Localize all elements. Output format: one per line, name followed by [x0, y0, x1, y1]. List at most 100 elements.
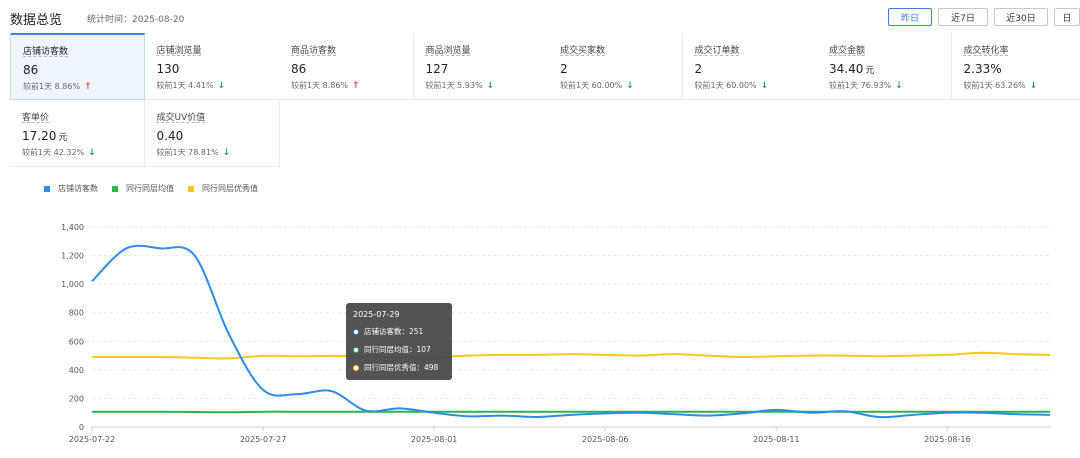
metric-label: 商品浏览量 — [425, 46, 471, 56]
tooltip-row-peer-excellent: 同行同层优秀值： 498 — [353, 362, 452, 373]
metric-value-number: 130 — [156, 62, 180, 76]
metric-value-number: 127 — [425, 62, 449, 76]
metric-compare: 较前1天 8.86% ↑ — [23, 81, 144, 92]
legend-label: 店铺访客数 — [58, 184, 98, 193]
metric-compare-text: 较前1天 8.86% — [291, 81, 349, 90]
series-line-peer-avg — [92, 410, 1050, 414]
legend-swatch — [112, 185, 118, 192]
metric-compare-text: 较前1天 4.41% — [156, 81, 214, 90]
metric-label: 成交UV价值 — [156, 113, 206, 123]
metric-value-number: 2.33% — [963, 62, 1002, 76]
metric-card[interactable]: 成交UV价值 0.40 较前1天 78.81% ↓ — [144, 100, 280, 167]
metric-card[interactable]: 商品浏览量 127 较前1天 5.93% ↓ — [413, 33, 549, 100]
metric-compare: 较前1天 5.93% ↓ — [426, 80, 548, 91]
metric-value: 86 — [291, 62, 413, 76]
metric-compare-text: 较前1天 8.86% — [23, 82, 81, 91]
metric-label: 店铺访客数 — [23, 47, 69, 57]
metric-compare: 较前1天 60.00% ↓ — [695, 80, 817, 91]
x-tick-label: 2025-08-01 — [411, 435, 458, 444]
metric-value: 127 — [426, 62, 548, 76]
series-line-peer-excellent — [92, 351, 1051, 360]
range-yesterday-button[interactable]: 昨日 — [888, 8, 932, 26]
x-tick-label: 2025-07-27 — [240, 435, 287, 444]
metric-card[interactable]: 商品访客数 86 较前1天 8.86% ↑ — [279, 33, 414, 100]
tooltip-row-peer-avg: 同行同层均值： 107 — [353, 344, 452, 355]
tooltip-label: 同行同层优秀值： — [364, 363, 424, 372]
tooltip-value: 498 — [424, 363, 439, 372]
metric-card[interactable]: 店铺访客数 86 较前1天 8.86% ↑ — [10, 33, 145, 100]
y-tick-label: 0 — [79, 423, 84, 432]
metric-compare: 较前1天 78.81% ↓ — [157, 147, 279, 158]
x-tick-label: 2025-08-11 — [753, 435, 800, 444]
metric-label: 成交转化率 — [963, 46, 1009, 56]
arrow-up-icon: ↑ — [352, 80, 360, 91]
metric-label: 成交订单数 — [694, 46, 740, 56]
metric-compare: 较前1天 8.86% ↑ — [291, 80, 413, 91]
metric-card[interactable]: 客单价 17.20 元较前1天 42.32% ↓ — [10, 100, 145, 167]
x-tick-label: 2025-07-22 — [69, 435, 116, 444]
tooltip-row-visitors: 店铺访客数： 251 — [353, 326, 452, 337]
metric-compare: 较前1天 76.93% ↓ — [829, 80, 951, 91]
arrow-down-icon: ↓ — [760, 80, 769, 91]
range-7d-button[interactable]: 近7日 — [938, 8, 988, 26]
metric-label: 商品访客数 — [291, 46, 337, 56]
metric-value: 0.40 — [157, 129, 279, 143]
arrow-down-icon: ↓ — [217, 80, 226, 91]
trend-chart[interactable]: 0 200 400 600 800 1,000 1,200 1,400 2025-07-22 20… — [0, 212, 1080, 458]
range-day-button[interactable]: 日 — [1054, 8, 1080, 26]
tooltip-label: 同行同层均值： — [364, 345, 417, 354]
metric-value-number: 0.40 — [156, 129, 184, 143]
stat-time: 统计时间：2025-08-20 — [87, 15, 185, 25]
y-tick-label: 600 — [69, 337, 84, 346]
metric-card[interactable]: 成交订单数 2 较前1天 60.00% ↓ — [682, 33, 818, 100]
metric-compare: 较前1天 63.26% ↓ — [964, 80, 1080, 91]
y-tick-label: 800 — [69, 309, 84, 318]
metric-card[interactable]: 店铺浏览量 130 较前1天 4.41% ↓ — [144, 33, 280, 100]
metric-value-number: 17.20 — [22, 129, 57, 143]
tooltip-dot — [353, 328, 359, 335]
metric-compare: 较前1天 4.41% ↓ — [157, 80, 279, 91]
range-30d-button[interactable]: 近30日 — [994, 8, 1048, 26]
metric-label: 成交金额 — [829, 46, 866, 56]
arrow-down-icon: ↓ — [626, 80, 634, 91]
legend-swatch — [188, 185, 194, 192]
arrow-up-icon: ↑ — [84, 81, 92, 92]
metric-value-number: 2 — [560, 62, 568, 76]
metric-card[interactable]: 成交买家数 2 较前1天 60.00% ↓ — [548, 33, 683, 100]
legend-label: 同行同层均值 — [126, 184, 174, 193]
page-title: 数据总览 — [10, 13, 63, 28]
metric-compare-text: 较前1天 76.93% — [829, 81, 892, 90]
metric-compare: 较前1天 60.00% ↓ — [560, 80, 682, 91]
legend-item-peer-avg[interactable]: 同行同层均值 — [112, 183, 174, 194]
metric-value-number: 2 — [694, 62, 703, 76]
tooltip-label: 店铺访客数： — [364, 327, 409, 336]
metric-value: 86 — [23, 63, 144, 77]
metric-compare: 较前1天 42.32% ↓ — [22, 147, 144, 158]
y-tick-label: 1,200 — [61, 252, 84, 261]
legend-item-peer-excellent[interactable]: 同行同层优秀值 — [188, 183, 258, 194]
arrow-down-icon: ↓ — [88, 147, 96, 158]
y-tick-label: 1,400 — [61, 223, 84, 232]
legend-item-visitors[interactable]: 店铺访客数 — [44, 183, 98, 194]
chart-tooltip: 2025-07-29 店铺访客数： 251 同行同层均值： 107 同行同层优秀… — [346, 303, 452, 380]
series-line-visitors — [91, 244, 1051, 419]
y-tick-label: 1,000 — [61, 280, 84, 289]
date-range-selector: 昨日 近7日 近30日 日 — [882, 8, 1080, 26]
metric-value: 130 — [157, 62, 279, 76]
tooltip-value: 107 — [416, 345, 431, 354]
metric-value: 2 — [695, 62, 817, 76]
x-tick-label: 2025-08-16 — [924, 435, 971, 444]
tooltip-dot — [353, 346, 359, 353]
metric-unit: 元 — [58, 133, 68, 143]
metric-value: 34.40 元 — [829, 62, 951, 76]
metric-compare-text: 较前1天 60.00% — [694, 81, 757, 90]
metric-value: 2.33% — [964, 62, 1080, 76]
metric-card[interactable]: 成交金额 34.40 元较前1天 76.93% ↓ — [817, 33, 952, 100]
metric-card[interactable]: 成交转化率 2.33% 较前1天 63.26% ↓ — [951, 33, 1080, 100]
metrics-grid: 店铺访客数 86 较前1天 8.86% ↑ 店铺浏览量 130 较前1天 4.41% ↓ 商品访… — [10, 33, 1080, 167]
legend-swatch — [44, 185, 50, 192]
metric-value: 17.20 元 — [22, 129, 144, 143]
chart-legend: 店铺访客数 同行同层均值 同行同层优秀值 — [44, 183, 272, 194]
arrow-down-icon: ↓ — [1029, 80, 1038, 91]
metric-compare-text: 较前1天 78.81% — [156, 148, 219, 157]
